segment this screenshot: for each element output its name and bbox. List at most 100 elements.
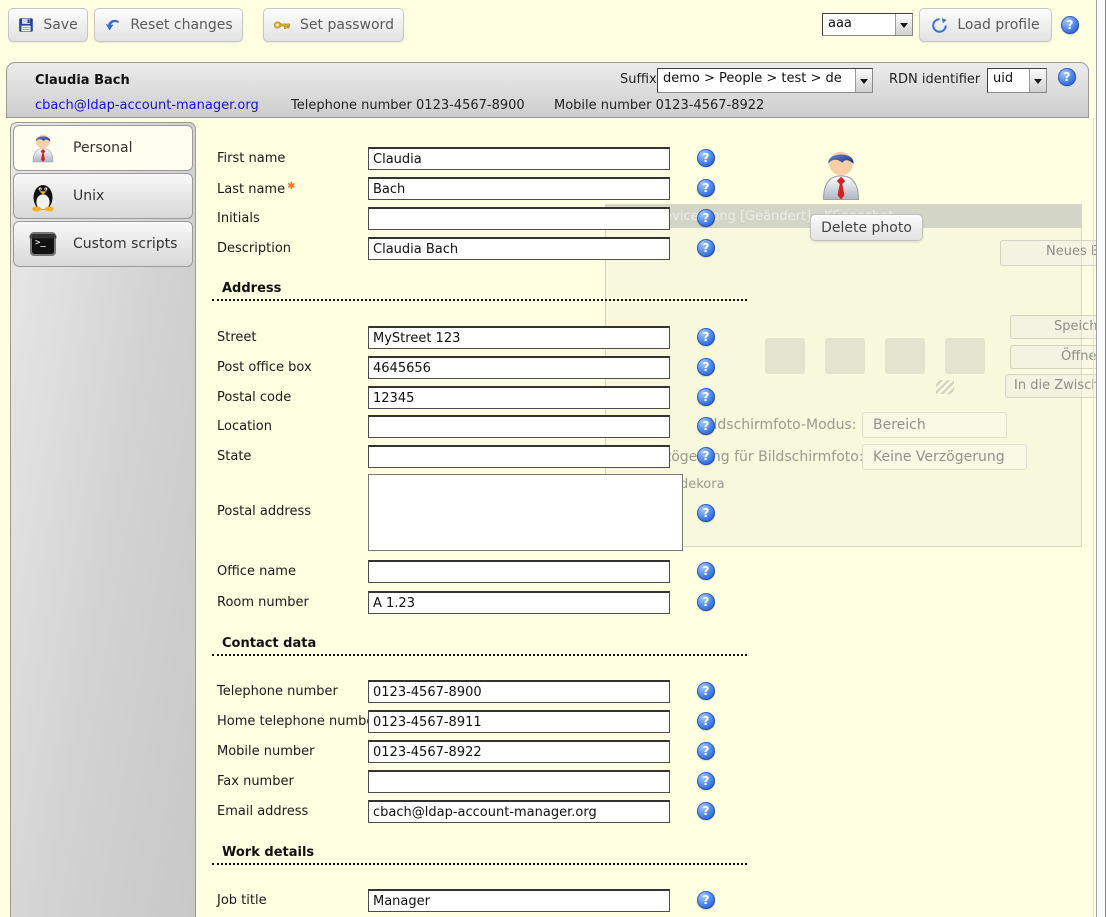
- email-address-label: Email address: [217, 804, 308, 819]
- help-icon[interactable]: ?: [697, 802, 715, 820]
- floppy-disk-icon: [18, 17, 34, 33]
- mobile-number-input[interactable]: [368, 740, 670, 763]
- tab-custom-scripts[interactable]: >_ Custom scripts: [13, 221, 193, 267]
- person-icon: [27, 132, 59, 164]
- account-header: Claudia Bach cbach@ldap-account-manager.…: [6, 62, 1089, 118]
- location-input[interactable]: [368, 415, 670, 438]
- help-icon[interactable]: ?: [697, 891, 715, 909]
- undo-arrow-icon: [104, 17, 121, 33]
- suffix-select-value: demo > People > test > de: [658, 69, 855, 92]
- email-link[interactable]: cbach@ldap-account-manager.org: [35, 98, 259, 113]
- street-input[interactable]: [368, 326, 670, 349]
- save-button[interactable]: Save: [8, 8, 88, 42]
- section-header-address: Address: [212, 281, 747, 301]
- description-input[interactable]: [368, 237, 670, 260]
- help-icon[interactable]: ?: [697, 388, 715, 406]
- help-icon[interactable]: ?: [697, 682, 715, 700]
- help-icon[interactable]: ?: [697, 417, 715, 435]
- profile-select[interactable]: aaa: [822, 13, 913, 36]
- first-name-input[interactable]: [368, 147, 670, 170]
- section-header-work-details: Work details: [212, 845, 747, 865]
- post-office-box-input[interactable]: [368, 356, 670, 379]
- tux-icon: [27, 180, 59, 212]
- help-icon[interactable]: ?: [697, 239, 715, 257]
- telephone-number-input[interactable]: [368, 680, 670, 703]
- initials-label: Initials: [217, 211, 260, 226]
- section-title: Work details: [222, 845, 314, 860]
- help-icon[interactable]: ?: [697, 447, 715, 465]
- help-icon[interactable]: ?: [697, 742, 715, 760]
- last-name-label: Last name✱: [217, 181, 295, 197]
- svg-text:>_: >_: [35, 238, 46, 248]
- help-icon[interactable]: ?: [697, 562, 715, 580]
- header-telephone: Telephone number 0123-4567-8900: [291, 98, 525, 113]
- room-number-input[interactable]: [368, 591, 670, 614]
- postal-address-input[interactable]: [368, 474, 683, 551]
- section-title: Contact data: [222, 636, 316, 651]
- select-arrow-icon: [855, 69, 872, 92]
- state-input[interactable]: [368, 445, 670, 468]
- section-title: Address: [222, 281, 281, 296]
- initials-input[interactable]: [368, 207, 670, 230]
- street-label: Street: [217, 330, 257, 345]
- fax-number-input[interactable]: [368, 770, 670, 793]
- tab-personal-label: Personal: [73, 140, 133, 156]
- required-asterisk-icon: ✱: [287, 181, 295, 192]
- room-number-label: Room number: [217, 595, 309, 610]
- job-title-input[interactable]: [368, 889, 670, 912]
- job-title-label: Job title: [217, 893, 267, 908]
- vertical-scrollbar[interactable]: [1096, 0, 1106, 917]
- description-label: Description: [217, 241, 291, 256]
- office-name-label: Office name: [217, 564, 296, 579]
- set-password-label: Set password: [300, 17, 394, 33]
- postal-address-label: Postal address: [217, 504, 311, 519]
- help-icon[interactable]: ?: [1058, 68, 1076, 86]
- rdn-identifier-select[interactable]: uid: [987, 68, 1047, 93]
- user-photo: [813, 145, 869, 205]
- tab-unix[interactable]: Unix: [13, 173, 193, 219]
- tab-personal[interactable]: Personal: [13, 125, 193, 171]
- reset-changes-button[interactable]: Reset changes: [94, 8, 243, 42]
- office-name-input[interactable]: [368, 560, 670, 583]
- suffix-select[interactable]: demo > People > test > de: [657, 68, 873, 93]
- help-icon[interactable]: ?: [697, 504, 715, 522]
- help-icon[interactable]: ?: [697, 772, 715, 790]
- help-icon[interactable]: ?: [1061, 16, 1079, 34]
- telephone-number-label: Telephone number: [217, 684, 338, 699]
- section-header-contact-data: Contact data: [212, 636, 747, 656]
- header-mobile: Mobile number 0123-4567-8922: [554, 98, 764, 113]
- post-office-box-label: Post office box: [217, 360, 312, 375]
- terminal-icon: >_: [27, 228, 59, 260]
- help-icon[interactable]: ?: [697, 209, 715, 227]
- rdn-identifier-label: RDN identifier: [889, 72, 980, 87]
- last-name-input[interactable]: [368, 177, 670, 200]
- state-label: State: [217, 449, 251, 464]
- suffix-label: Suffix: [620, 72, 657, 87]
- load-profile-label: Load profile: [957, 17, 1039, 33]
- home-telephone-number-input[interactable]: [368, 710, 670, 733]
- save-label: Save: [43, 17, 77, 33]
- account-title: Claudia Bach: [35, 73, 130, 88]
- postal-code-input[interactable]: [368, 386, 670, 409]
- set-password-button[interactable]: Set password: [263, 8, 404, 42]
- select-arrow-icon: [895, 14, 912, 35]
- help-icon[interactable]: ?: [697, 179, 715, 197]
- delete-photo-label: Delete photo: [821, 220, 912, 236]
- help-icon[interactable]: ?: [697, 358, 715, 376]
- reset-changes-label: Reset changes: [130, 17, 232, 33]
- key-icon: [273, 18, 291, 32]
- page-edge-divider: [1093, 118, 1094, 917]
- mobile-number-label: Mobile number: [217, 744, 315, 759]
- tab-unix-label: Unix: [73, 188, 104, 204]
- help-icon[interactable]: ?: [697, 328, 715, 346]
- module-tab-bar: Personal Unix >_ Custom scripts: [10, 122, 196, 917]
- load-profile-button[interactable]: Load profile: [919, 8, 1052, 42]
- help-icon[interactable]: ?: [697, 149, 715, 167]
- fax-number-label: Fax number: [217, 774, 294, 789]
- email-address-input[interactable]: [368, 800, 670, 823]
- help-icon[interactable]: ?: [697, 712, 715, 730]
- help-icon[interactable]: ?: [697, 593, 715, 611]
- delete-photo-button[interactable]: Delete photo: [810, 214, 923, 241]
- select-arrow-icon: [1029, 69, 1046, 92]
- home-telephone-number-label: Home telephone number: [217, 714, 380, 729]
